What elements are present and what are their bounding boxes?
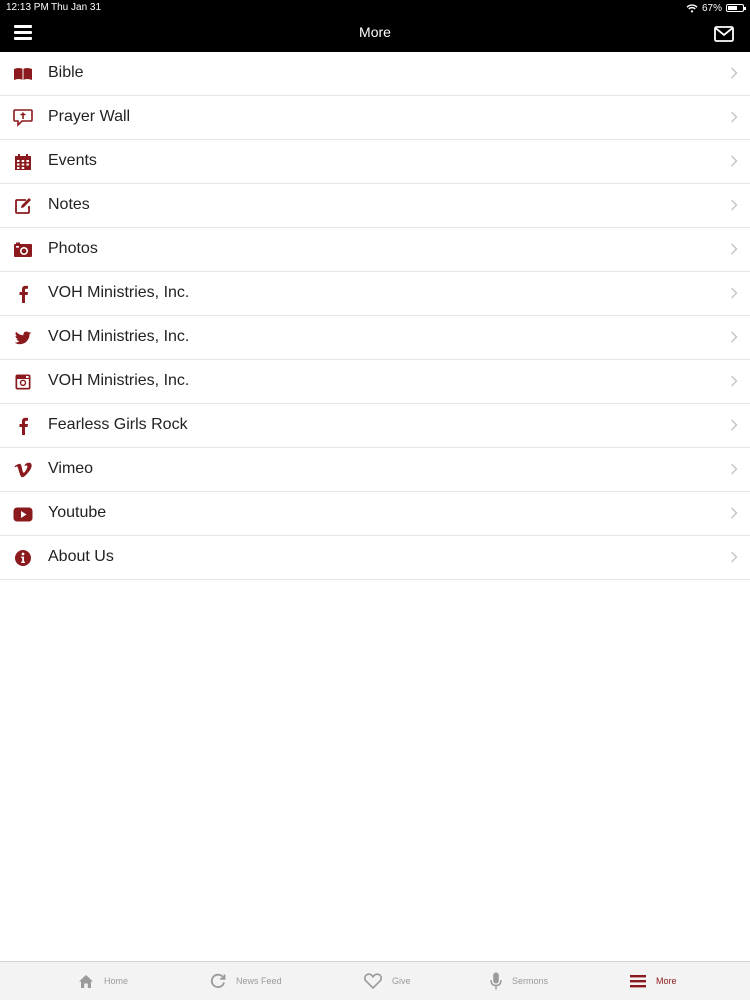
menu-item-instagram-voh[interactable]: VOH Ministries, Inc.: [0, 360, 750, 404]
instagram-icon: [13, 372, 33, 392]
menu-item-label: Youtube: [48, 504, 107, 521]
chevron-right-icon: [730, 463, 738, 475]
chevron-right-icon: [730, 331, 738, 343]
menu-item-prayer-wall[interactable]: Prayer Wall: [0, 96, 750, 140]
twitter-icon: [13, 328, 33, 348]
menu-item-label: Events: [48, 152, 97, 169]
chevron-right-icon: [730, 67, 738, 79]
menu-item-facebook-voh[interactable]: VOH Ministries, Inc.: [0, 272, 750, 316]
tab-more[interactable]: More: [630, 962, 677, 1000]
menu-item-label: About Us: [48, 548, 114, 565]
status-time: 12:13 PM: [6, 2, 49, 13]
menu-item-label: Notes: [48, 196, 90, 213]
menu-item-label: VOH Ministries, Inc.: [48, 328, 190, 345]
tab-label: More: [656, 976, 677, 986]
calendar-icon: [13, 152, 33, 172]
tab-bar: Home News Feed Give Sermons More: [0, 961, 750, 1000]
heart-icon: [364, 973, 382, 989]
chevron-right-icon: [730, 243, 738, 255]
tab-label: News Feed: [236, 976, 282, 986]
chevron-right-icon: [730, 375, 738, 387]
status-date: Thu Jan 31: [51, 2, 102, 13]
tab-label: Sermons: [512, 976, 549, 986]
menu-item-bible[interactable]: Bible: [0, 52, 750, 96]
envelope-icon[interactable]: [714, 26, 734, 42]
menu-item-label: VOH Ministries, Inc.: [48, 284, 190, 301]
microphone-icon: [490, 972, 502, 990]
menu-item-events[interactable]: Events: [0, 140, 750, 184]
top-bar: 12:13 PM Thu Jan 31 67% More: [0, 0, 750, 52]
tab-news-feed[interactable]: News Feed: [210, 962, 282, 1000]
menu-item-label: Vimeo: [48, 460, 94, 477]
menu-item-vimeo[interactable]: Vimeo: [0, 448, 750, 492]
prayer-bubble-icon: [13, 108, 33, 128]
tab-label: Home: [104, 976, 129, 986]
edit-icon: [13, 196, 33, 216]
chevron-right-icon: [730, 199, 738, 211]
menu-item-youtube[interactable]: Youtube: [0, 492, 750, 536]
page-title: More: [359, 24, 391, 40]
battery-icon: [726, 4, 746, 12]
chevron-right-icon: [730, 111, 738, 123]
status-indicators: 67%: [686, 1, 746, 15]
bible-icon: [13, 64, 33, 84]
vimeo-icon: [13, 460, 33, 480]
menu-item-about-us[interactable]: About Us: [0, 536, 750, 580]
battery-percent: 67%: [701, 2, 722, 14]
hamburger-icon: [630, 975, 646, 988]
chevron-right-icon: [730, 155, 738, 167]
home-icon: [79, 974, 93, 988]
facebook-icon: [13, 416, 33, 436]
chevron-right-icon: [730, 507, 738, 519]
youtube-icon: [13, 504, 33, 524]
chevron-right-icon: [730, 551, 738, 563]
hamburger-icon[interactable]: [14, 24, 34, 42]
menu-item-fearless-girls-rock[interactable]: Fearless Girls Rock: [0, 404, 750, 448]
refresh-icon: [210, 973, 226, 988]
menu-item-label: Prayer Wall: [48, 108, 131, 125]
menu-item-twitter-voh[interactable]: VOH Ministries, Inc.: [0, 316, 750, 360]
chevron-right-icon: [730, 287, 738, 299]
tab-home[interactable]: Home: [78, 962, 128, 1000]
wifi-icon: [686, 3, 698, 12]
chevron-right-icon: [730, 419, 738, 431]
menu-item-photos[interactable]: Photos: [0, 228, 750, 272]
info-icon: [13, 548, 33, 568]
menu-item-label: Photos: [48, 240, 98, 257]
tab-give[interactable]: Give: [364, 962, 411, 1000]
menu-item-label: VOH Ministries, Inc.: [48, 372, 190, 389]
menu-item-label: Bible: [48, 64, 84, 81]
battery-fill: [728, 6, 737, 10]
facebook-icon: [13, 284, 33, 304]
menu-item-label: Fearless Girls Rock: [48, 416, 188, 433]
tab-label: Give: [392, 976, 411, 986]
more-menu-list: Bible Prayer Wall Events Notes Photos VO…: [0, 52, 750, 580]
menu-item-notes[interactable]: Notes: [0, 184, 750, 228]
tab-sermons[interactable]: Sermons: [490, 962, 548, 1000]
camera-icon: [13, 240, 33, 260]
